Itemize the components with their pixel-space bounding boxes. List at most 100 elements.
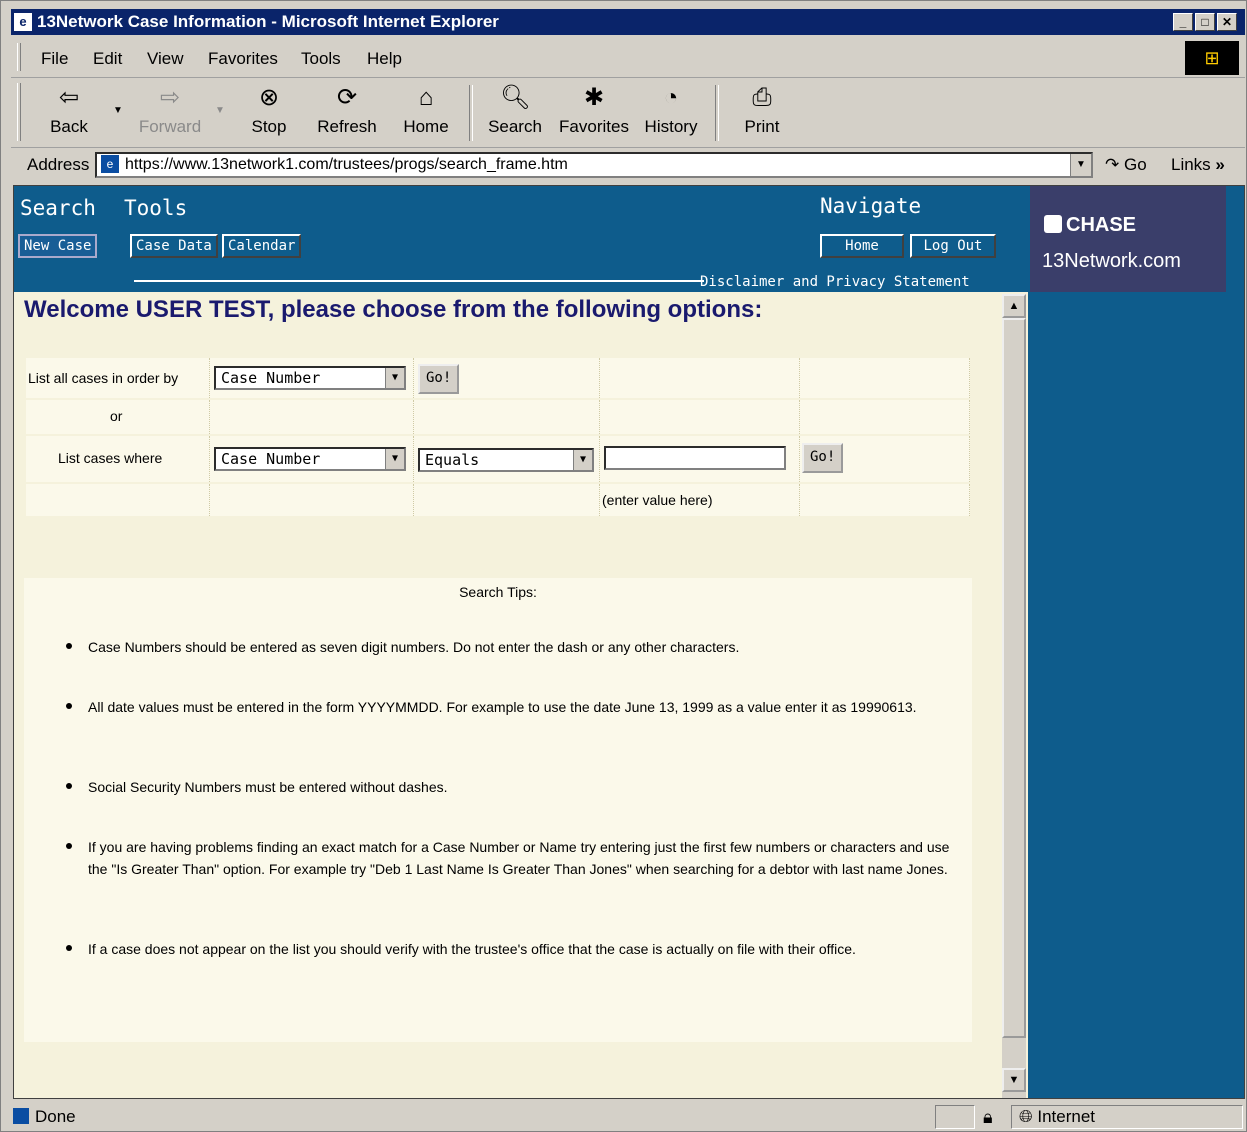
ie-app-icon: e [14,13,32,31]
favorites-label: Favorites [559,117,629,136]
history-button[interactable]: ◔ History [643,83,699,137]
tab-tools[interactable]: Tools [124,196,187,220]
search-label: Search [488,117,542,136]
form-cell: Go! [800,436,970,482]
tab-search[interactable]: Search [20,196,96,220]
home-button[interactable]: ⌂ Home [401,83,451,137]
logout-button[interactable]: Log Out [910,234,996,258]
new-case-button[interactable]: New Case [18,234,98,258]
toolbar-separator [715,85,719,141]
form-row-hint: (enter value here) [26,484,970,516]
form-cell [210,400,414,434]
case-data-button[interactable]: Case Data [130,234,218,258]
form-row-list-where: List cases where Case Number ▼ Equals ▼ [26,436,970,482]
form-row-or: or [26,400,970,434]
forward-arrow-icon: ⇨ [159,84,181,111]
bullet-icon [66,945,72,951]
back-arrow-icon: ⇦ [58,84,80,111]
form-cell [600,436,800,482]
search-icon: 🔍︎ [500,84,531,111]
chevron-down-icon: ▼ [385,449,404,469]
form-cell [600,358,800,398]
list-all-go-button[interactable]: Go! [418,364,460,394]
globe-icon: 🌐︎ [1019,1107,1033,1126]
calendar-button[interactable]: Calendar [222,234,302,258]
list-where-go-button[interactable]: Go! [802,443,844,473]
search-button[interactable]: 🔍︎ Search [485,83,545,137]
scroll-up-icon[interactable]: ▲ [1002,294,1026,318]
zone-text: Internet [1037,1107,1095,1126]
maximize-button[interactable]: □ [1195,13,1215,31]
go-button[interactable]: ↷ Go [1105,155,1147,175]
address-input[interactable]: e https://www.13network1.com/trustees/pro… [95,152,1093,178]
address-dropdown-icon[interactable]: ▼ [1070,154,1091,176]
nav-home-button[interactable]: Home [820,234,904,258]
form-cell: Go! [414,358,600,398]
menu-view[interactable]: View [147,49,184,69]
operator-select[interactable]: Equals ▼ [418,448,594,472]
tab-navigate[interactable]: Navigate [820,194,921,218]
brand-site: 13Network.com [1042,250,1181,272]
order-by-select[interactable]: Case Number ▼ [214,366,406,390]
home-label: Home [403,117,449,136]
back-label: Back [50,117,88,136]
tip-text: If a case does not appear on the list yo… [88,941,856,957]
vertical-scrollbar[interactable]: ▲ ▼ [1002,294,1026,1098]
tip-text: Social Security Numbers must be entered … [88,779,448,795]
header-divider [134,280,704,282]
status-done: Done [13,1107,76,1127]
toolbar: ⇦ Back ▼ ⇨ Forward ▼ ⊗ Stop ⟳ Refresh ⌂ … [11,79,1245,148]
form-cell [414,484,600,516]
form-row-list-all: List all cases in order by Case Number ▼… [26,358,970,398]
links-label: Links [1171,155,1211,174]
stop-button[interactable]: ⊗ Stop [247,83,291,137]
forward-label: Forward [138,117,202,136]
bullet-icon [66,843,72,849]
internet-zone: 🌐︎ Internet [1019,1107,1095,1127]
bullet-icon [66,783,72,789]
menu-favorites[interactable]: Favorites [208,49,278,69]
value-input[interactable] [604,446,786,470]
field-select[interactable]: Case Number ▼ [214,447,406,471]
form-cell: List all cases in order by [26,358,210,398]
forward-button[interactable]: ⇨ Forward [135,83,205,137]
address-label: Address [27,155,90,174]
toolbar-separator [469,85,473,141]
close-button[interactable]: ✕ [1217,13,1237,31]
or-label: or [110,408,123,424]
list-all-label: List all cases in order by [28,370,179,386]
scroll-thumb[interactable] [1002,318,1026,1038]
field-value: Case Number [221,450,321,468]
form-cell [600,400,800,434]
form-cell: (enter value here) [600,484,800,516]
stop-label: Stop [251,117,287,136]
menu-bar: File Edit View Favorites Tools Help ⊞ [11,39,1245,78]
form-cell [800,484,970,516]
menu-edit[interactable]: Edit [93,49,122,69]
scroll-down-icon[interactable]: ▼ [1002,1068,1026,1092]
back-dropdown-icon[interactable]: ▼ [113,105,123,116]
form-cell: Case Number ▼ [210,436,414,482]
disclaimer-link[interactable]: Disclaimer and Privacy Statement [700,274,970,290]
tip-text: All date values must be entered in the f… [88,699,917,715]
value-hint: (enter value here) [602,492,713,508]
menu-tools[interactable]: Tools [301,49,341,69]
menu-help[interactable]: Help [367,49,402,69]
title-bar: e 13Network Case Information - Microsoft… [11,9,1245,35]
tip-text: If you are having problems finding an ex… [88,839,950,877]
address-bar: Address e https://www.13network1.com/trus… [11,149,1245,183]
back-button[interactable]: ⇦ Back [45,83,93,137]
favorites-button[interactable]: ✱ Favorites [557,83,631,137]
minimize-button[interactable]: _ [1173,13,1193,31]
print-button[interactable]: ⎙ Print [741,83,783,137]
form-cell [210,484,414,516]
status-pane [935,1105,975,1129]
printer-icon: ⎙ [752,84,772,111]
forward-dropdown-icon[interactable]: ▼ [215,105,225,116]
browser-window: e 13Network Case Information - Microsoft… [0,0,1247,1132]
site-header: Search Tools Navigate New Case Case Data… [14,186,1028,292]
menu-file[interactable]: File [41,49,68,69]
refresh-button[interactable]: ⟳ Refresh [315,83,379,137]
links-button[interactable]: Links » [1171,155,1225,175]
window-title: 13Network Case Information - Microsoft I… [37,12,499,31]
